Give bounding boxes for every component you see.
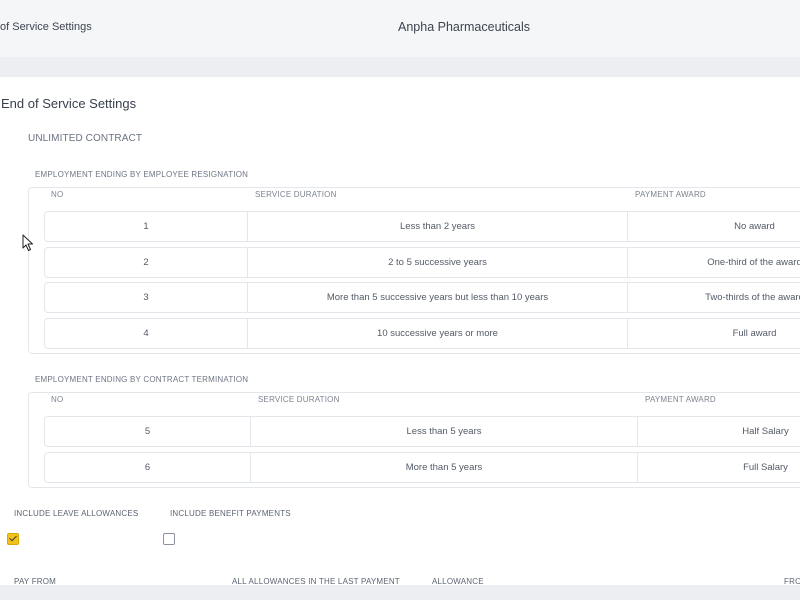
cell-no: 4: [143, 328, 149, 339]
cell-no: 1: [143, 221, 149, 232]
top-bar: of Service Settings Anpha Pharmaceutical…: [0, 0, 800, 57]
include-leave-allowances-checkbox[interactable]: [7, 533, 19, 545]
cell-payment-award: One-third of the award: [627, 248, 800, 277]
mouse-cursor-icon: [22, 234, 33, 251]
allowance-label: ALLOWANCE: [432, 577, 484, 585]
breadcrumb[interactable]: of Service Settings: [0, 21, 92, 33]
table-row[interactable]: 2 2 to 5 successive years One-third of t…: [44, 247, 800, 278]
bottom-bar: [0, 585, 800, 600]
cell-no: 6: [144, 462, 151, 473]
cell-service-duration: More than 5 years: [250, 453, 637, 482]
table-row[interactable]: 6 More than 5 years Full Salary: [44, 452, 800, 483]
page-title: End of Service Settings: [1, 96, 137, 111]
cell-payment-award: Full award: [627, 319, 800, 348]
column-header-service-duration: SERVICE DURATION: [255, 190, 337, 199]
cell-payment-award: Half Salary: [637, 417, 800, 446]
pay-from-label: PAY FROM: [14, 577, 57, 585]
cell-service-duration: Less than 5 years: [250, 417, 637, 446]
cell-payment-award: Full Salary: [637, 453, 800, 482]
include-benefit-payments-checkbox[interactable]: [163, 533, 175, 545]
table-row[interactable]: 1 Less than 2 years No award: [44, 211, 800, 242]
include-leave-allowances-label: INCLUDE LEAVE ALLOWANCES: [14, 509, 139, 518]
company-name: Anpha Pharmaceuticals: [398, 20, 531, 34]
resignation-section-title: EMPLOYMENT ENDING BY EMPLOYEE RESIGNATIO…: [35, 170, 249, 179]
table-row[interactable]: 5 Less than 5 years Half Salary: [44, 416, 800, 447]
cell-payment-award: Two-thirds of the award: [627, 283, 800, 312]
contract-type-label: UNLIMITED CONTRACT: [28, 133, 143, 144]
cell-no: 2: [143, 257, 149, 268]
cell-service-duration: 2 to 5 successive years: [247, 248, 627, 277]
table-row[interactable]: 4 10 successive years or more Full award: [44, 318, 800, 349]
header-separator: [0, 57, 800, 77]
column-header-payment-award: PAYMENT AWARD: [645, 395, 716, 404]
from-label: FRO: [784, 577, 800, 585]
column-header-service-duration: SERVICE DURATION: [258, 395, 340, 404]
cell-service-duration: Less than 2 years: [247, 212, 627, 241]
column-header-payment-award: PAYMENT AWARD: [635, 190, 706, 199]
cell-no: 3: [143, 292, 149, 303]
column-header-no: NO: [51, 190, 64, 199]
all-allowances-label: ALL ALLOWANCES IN THE LAST PAYMENT: [232, 577, 400, 585]
cell-service-duration: More than 5 successive years but less th…: [247, 283, 627, 312]
include-benefit-payments-label: INCLUDE BENEFIT PAYMENTS: [170, 509, 291, 518]
main-content: End of Service Settings UNLIMITED CONTRA…: [0, 77, 800, 585]
column-header-no: NO: [51, 395, 64, 404]
termination-section-title: EMPLOYMENT ENDING BY CONTRACT TERMINATIO…: [35, 375, 249, 384]
cell-payment-award: No award: [627, 212, 800, 241]
cell-service-duration: 10 successive years or more: [247, 319, 627, 348]
table-row[interactable]: 3 More than 5 successive years but less …: [44, 282, 800, 313]
cell-no: 5: [144, 426, 151, 437]
